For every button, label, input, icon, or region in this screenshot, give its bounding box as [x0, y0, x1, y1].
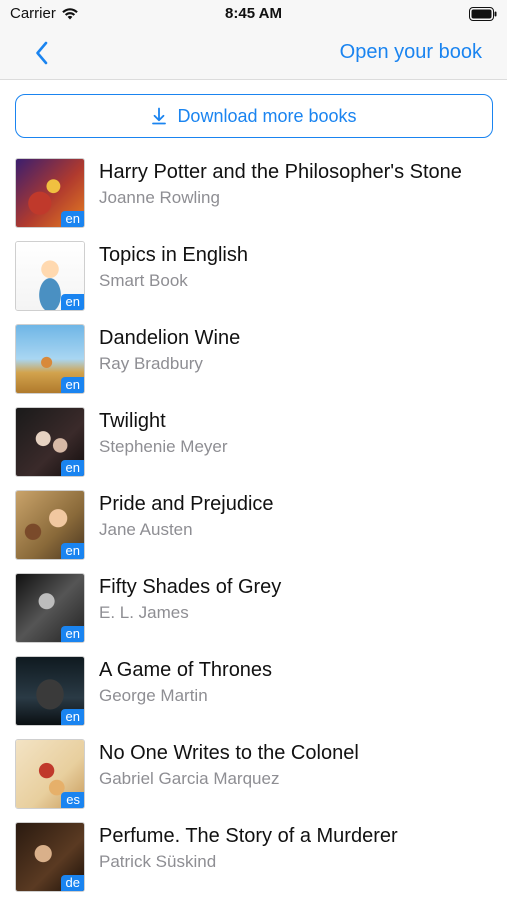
book-cover-image: en — [15, 158, 85, 228]
book-title: Twilight — [99, 410, 166, 432]
book-row-topics-in-english[interactable]: en Topics in English Smart Book — [0, 233, 507, 316]
chevron-left-icon — [36, 41, 48, 65]
book-author: E. L. James — [99, 603, 189, 622]
language-badge: en — [60, 377, 84, 393]
book-title: A Game of Thrones — [99, 659, 273, 681]
status-bar: Carrier 8:45 AM — [0, 0, 507, 28]
language-badge: en — [60, 211, 84, 227]
book-row-fifty-shades-of-grey[interactable]: en Fifty Shades of Grey E. L. James — [0, 565, 507, 648]
navigation-bar: Open your book — [0, 28, 507, 80]
book-author: Ray Bradbury — [99, 354, 203, 373]
book-title: Perfume. The Story of a Murderer — [99, 825, 398, 847]
language-badge: en — [60, 294, 84, 310]
book-cover-image: en — [15, 656, 85, 726]
status-time: 8:45 AM — [225, 5, 282, 22]
language-badge: en — [60, 626, 84, 642]
book-row-pride-and-prejudice[interactable]: en Pride and Prejudice Jane Austen — [0, 482, 507, 565]
book-cover-image: en — [15, 324, 85, 394]
book-cover-image: en — [15, 241, 85, 311]
book-library-screen: Carrier 8:45 AM Open your book Download … — [0, 0, 507, 900]
book-title: No One Writes to the Colonel — [99, 742, 359, 764]
book-row-twilight[interactable]: en Twilight Stephenie Meyer — [0, 399, 507, 482]
book-author: Patrick Süskind — [99, 852, 217, 871]
language-badge: de — [60, 875, 84, 891]
book-cover-image: es — [15, 739, 85, 809]
book-row-dandelion-wine[interactable]: en Dandelion Wine Ray Bradbury — [0, 316, 507, 399]
book-title: Topics in English — [99, 244, 248, 266]
book-row-perfume[interactable]: de Perfume. The Story of a Murderer Patr… — [0, 814, 507, 897]
language-badge: en — [60, 543, 84, 559]
download-icon — [152, 107, 167, 125]
book-row-no-one-writes-to-the-colonel[interactable]: es No One Writes to the Colonel Gabriel … — [0, 731, 507, 814]
book-title: Dandelion Wine — [99, 327, 241, 349]
book-row-harry-potter[interactable]: en Harry Potter and the Philosopher's St… — [0, 150, 507, 233]
book-author: Smart Book — [99, 271, 188, 290]
language-badge: es — [61, 792, 84, 808]
book-cover-image: en — [15, 407, 85, 477]
book-author: Gabriel Garcia Marquez — [99, 769, 280, 788]
book-title: Fifty Shades of Grey — [99, 576, 282, 598]
book-title: Pride and Prejudice — [99, 493, 274, 515]
language-badge: en — [60, 460, 84, 476]
language-badge: en — [60, 709, 84, 725]
download-button-label: Download more books — [177, 105, 357, 126]
download-more-books-button[interactable]: Download more books — [15, 94, 493, 138]
book-cover-image: de — [15, 822, 85, 892]
book-title: Harry Potter and the Philosopher's Stone — [99, 161, 462, 183]
battery-icon — [469, 7, 497, 21]
book-cover-image: en — [15, 573, 85, 643]
book-list: en Harry Potter and the Philosopher's St… — [0, 150, 507, 897]
book-author: Jane Austen — [99, 520, 193, 539]
book-author: George Martin — [99, 686, 208, 705]
open-your-book-button[interactable]: Open your book — [340, 41, 482, 64]
back-button[interactable] — [28, 38, 56, 68]
book-row-a-game-of-thrones[interactable]: en A Game of Thrones George Martin — [0, 648, 507, 731]
book-cover-image: en — [15, 490, 85, 560]
book-author: Stephenie Meyer — [99, 437, 228, 456]
book-author: Joanne Rowling — [99, 188, 220, 207]
